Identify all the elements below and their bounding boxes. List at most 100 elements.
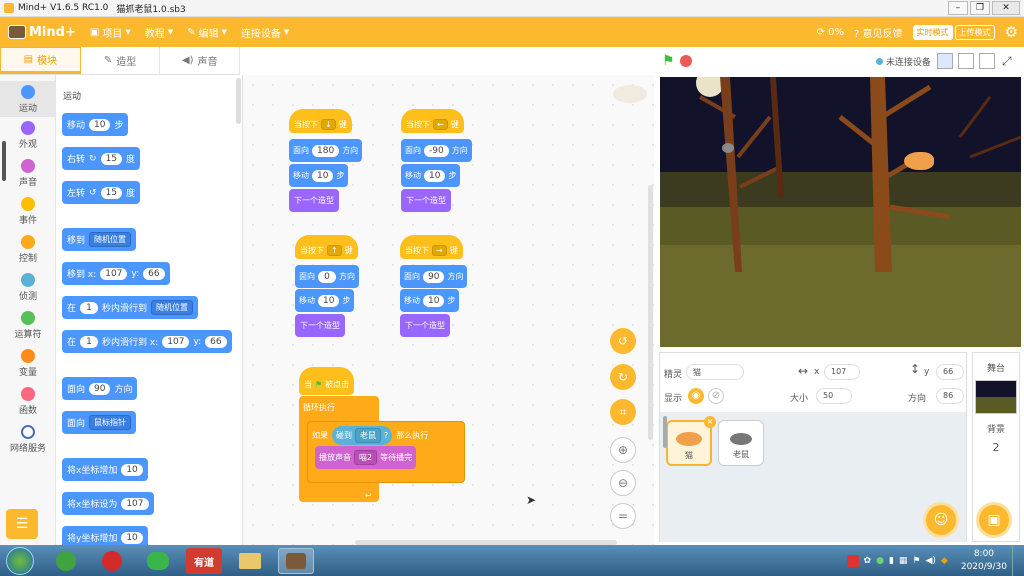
- block-next-costume-s2[interactable]: 下一个造型: [401, 189, 451, 212]
- category-sensing[interactable]: 侦测: [0, 273, 56, 302]
- block-goto[interactable]: 移到 随机位置: [62, 228, 137, 251]
- upload-mode-button[interactable]: 上传模式: [954, 24, 995, 40]
- block-next-costume-s4[interactable]: 下一个造型: [400, 314, 450, 337]
- block-point-towards[interactable]: 面向 鼠标指针: [62, 411, 137, 434]
- realtime-mode-button[interactable]: 实时模式: [912, 24, 953, 40]
- category-sound[interactable]: 声音: [0, 159, 56, 188]
- category-motion[interactable]: 运动: [0, 81, 56, 117]
- close-button[interactable]: ✕: [992, 1, 1020, 15]
- block-move[interactable]: 移动 10 步: [62, 113, 129, 136]
- workspace-vertical-scrollbar[interactable]: [648, 185, 653, 440]
- tray-network-icon[interactable]: ▦: [899, 556, 908, 566]
- extensions-button[interactable]: ☰: [6, 509, 38, 539]
- tray-security-icon[interactable]: ◆: [941, 556, 948, 566]
- category-events[interactable]: 事件: [0, 197, 56, 226]
- tray-paw-icon[interactable]: ✿: [864, 556, 872, 566]
- block-move-s4[interactable]: 移动 10 步: [400, 289, 460, 312]
- delete-sprite-icon[interactable]: ×: [704, 416, 716, 428]
- tab-costumes[interactable]: ✎ 造型: [81, 47, 161, 74]
- sprite-list-scrollbar[interactable]: [663, 416, 667, 448]
- fullscreen-button[interactable]: ⤢: [1002, 54, 1012, 69]
- category-control[interactable]: 控制: [0, 235, 56, 264]
- crop-button[interactable]: ⌗: [610, 399, 636, 425]
- menu-connect-device[interactable]: 连接设备 ▼: [241, 25, 289, 40]
- event-flag-clicked[interactable]: 当 ⚑ 被点击: [299, 367, 355, 395]
- taskbar-youdao-icon[interactable]: 有道: [186, 548, 222, 574]
- tray-s-icon[interactable]: [846, 554, 859, 567]
- tray-flag-icon[interactable]: ⚑: [912, 556, 920, 566]
- sprite-name-input[interactable]: 猫: [686, 364, 744, 380]
- cat-sprite[interactable]: [904, 152, 934, 170]
- block-move-s3[interactable]: 移动 10 步: [295, 289, 355, 312]
- taskbar-explorer-icon[interactable]: [232, 548, 268, 574]
- stop-button[interactable]: [680, 55, 692, 67]
- y-input[interactable]: 66: [936, 364, 964, 380]
- block-move-s1[interactable]: 移动 10 步: [289, 164, 349, 187]
- sprite-tile-mouse[interactable]: 老鼠: [718, 420, 764, 466]
- block-point-180[interactable]: 面向 180 方向: [289, 139, 363, 162]
- menu-tutorial[interactable]: 教程 ▼: [145, 25, 173, 40]
- block-turn-left[interactable]: 左转 ↺ 15 度: [62, 181, 141, 204]
- show-desktop-button[interactable]: [1012, 545, 1020, 576]
- taskbar-netease-music-icon[interactable]: [94, 548, 130, 574]
- category-variables[interactable]: 变量: [0, 349, 56, 378]
- script-workspace[interactable]: 当按下 ↓ 键 面向 180 方向 移动 10 步 下一个造型 当按下 ← 键 面向 -90 方向 …: [242, 75, 654, 545]
- layout-small-stage-button[interactable]: [937, 53, 953, 69]
- add-backdrop-button[interactable]: ▣: [976, 502, 1012, 538]
- green-flag-button[interactable]: ⚑: [662, 53, 675, 69]
- block-set-x[interactable]: 将x坐标设为 107: [62, 492, 154, 515]
- add-sprite-button[interactable]: ☺: [923, 502, 959, 538]
- maximize-button[interactable]: ❐: [970, 1, 990, 15]
- zoom-out-button[interactable]: ⊖: [610, 470, 636, 496]
- tab-blocks[interactable]: ▤ 模块: [0, 47, 81, 74]
- category-network[interactable]: 网络服务: [0, 425, 56, 454]
- start-button[interactable]: [6, 547, 34, 575]
- zoom-reset-button[interactable]: =: [610, 503, 636, 529]
- event-key-up[interactable]: 当按下 ↑ 键: [295, 235, 358, 259]
- tab-sounds[interactable]: ◀) 声音: [160, 47, 241, 74]
- block-next-costume-s3[interactable]: 下一个造型: [295, 314, 345, 337]
- sprite-tile-cat[interactable]: 猫 ×: [666, 416, 716, 466]
- event-key-down[interactable]: 当按下 ↓ 键: [289, 109, 352, 133]
- menu-project[interactable]: ▣ 项目 ▼: [90, 25, 131, 40]
- palette-scrollbar[interactable]: [236, 78, 241, 124]
- mouse-sprite[interactable]: [722, 143, 734, 153]
- event-key-left[interactable]: 当按下 ← 键: [401, 109, 464, 133]
- settings-gear-icon[interactable]: ⚙: [1005, 23, 1018, 41]
- block-glide[interactable]: 在 1 秒内滑行到 随机位置: [62, 296, 199, 319]
- redo-button[interactable]: ↻: [610, 364, 636, 390]
- block-turn-right[interactable]: 右转 ↻ 15 度: [62, 147, 141, 170]
- block-change-y[interactable]: 将y坐标增加 10: [62, 526, 148, 545]
- block-change-x[interactable]: 将x坐标增加 10: [62, 458, 148, 481]
- layout-normal-stage-button[interactable]: [958, 53, 974, 69]
- block-point-neg90[interactable]: 面向 -90 方向: [401, 139, 472, 162]
- sensing-touching[interactable]: 碰到 老鼠?: [332, 426, 393, 445]
- backdrop-thumbnail[interactable]: [975, 380, 1017, 414]
- stage-canvas[interactable]: [660, 77, 1021, 347]
- block-point-90[interactable]: 面向 90 方向: [400, 265, 468, 288]
- block-play-sound-until-done[interactable]: 播放声音 喵2 等待播完: [315, 446, 417, 469]
- undo-button[interactable]: ↺: [610, 328, 636, 354]
- system-clock[interactable]: 8:00 2020/9/30: [961, 548, 1007, 574]
- zoom-in-button[interactable]: ⊕: [610, 437, 636, 463]
- show-visible-eye-icon[interactable]: ◉: [688, 388, 704, 404]
- tray-wechat-icon[interactable]: ●: [876, 556, 884, 566]
- block-point-direction[interactable]: 面向 90 方向: [62, 377, 138, 400]
- block-point-0[interactable]: 面向 0 方向: [295, 265, 359, 288]
- hide-eye-icon[interactable]: ⊘: [708, 388, 724, 404]
- category-operators[interactable]: 运算符: [0, 311, 56, 340]
- minimize-button[interactable]: –: [948, 1, 968, 15]
- layout-large-stage-button[interactable]: [979, 53, 995, 69]
- category-functions[interactable]: 函数: [0, 387, 56, 416]
- block-move-s2[interactable]: 移动 10 步: [401, 164, 461, 187]
- block-next-costume-s1[interactable]: 下一个造型: [289, 189, 339, 212]
- taskbar-wechat-icon[interactable]: [140, 548, 176, 574]
- tray-volume-icon[interactable]: ◀): [925, 556, 935, 566]
- block-glide-xy[interactable]: 在 1 秒内滑行到 x: 107 y: 66: [62, 330, 232, 353]
- taskbar-mindplus-icon[interactable]: [278, 548, 314, 574]
- category-looks[interactable]: 外观: [0, 121, 56, 150]
- direction-input[interactable]: 86: [936, 388, 964, 404]
- tray-wifi-icon[interactable]: ▮: [889, 556, 894, 566]
- feedback-button[interactable]: ? 意见反馈: [854, 25, 903, 40]
- event-key-right[interactable]: 当按下 → 键: [400, 235, 463, 259]
